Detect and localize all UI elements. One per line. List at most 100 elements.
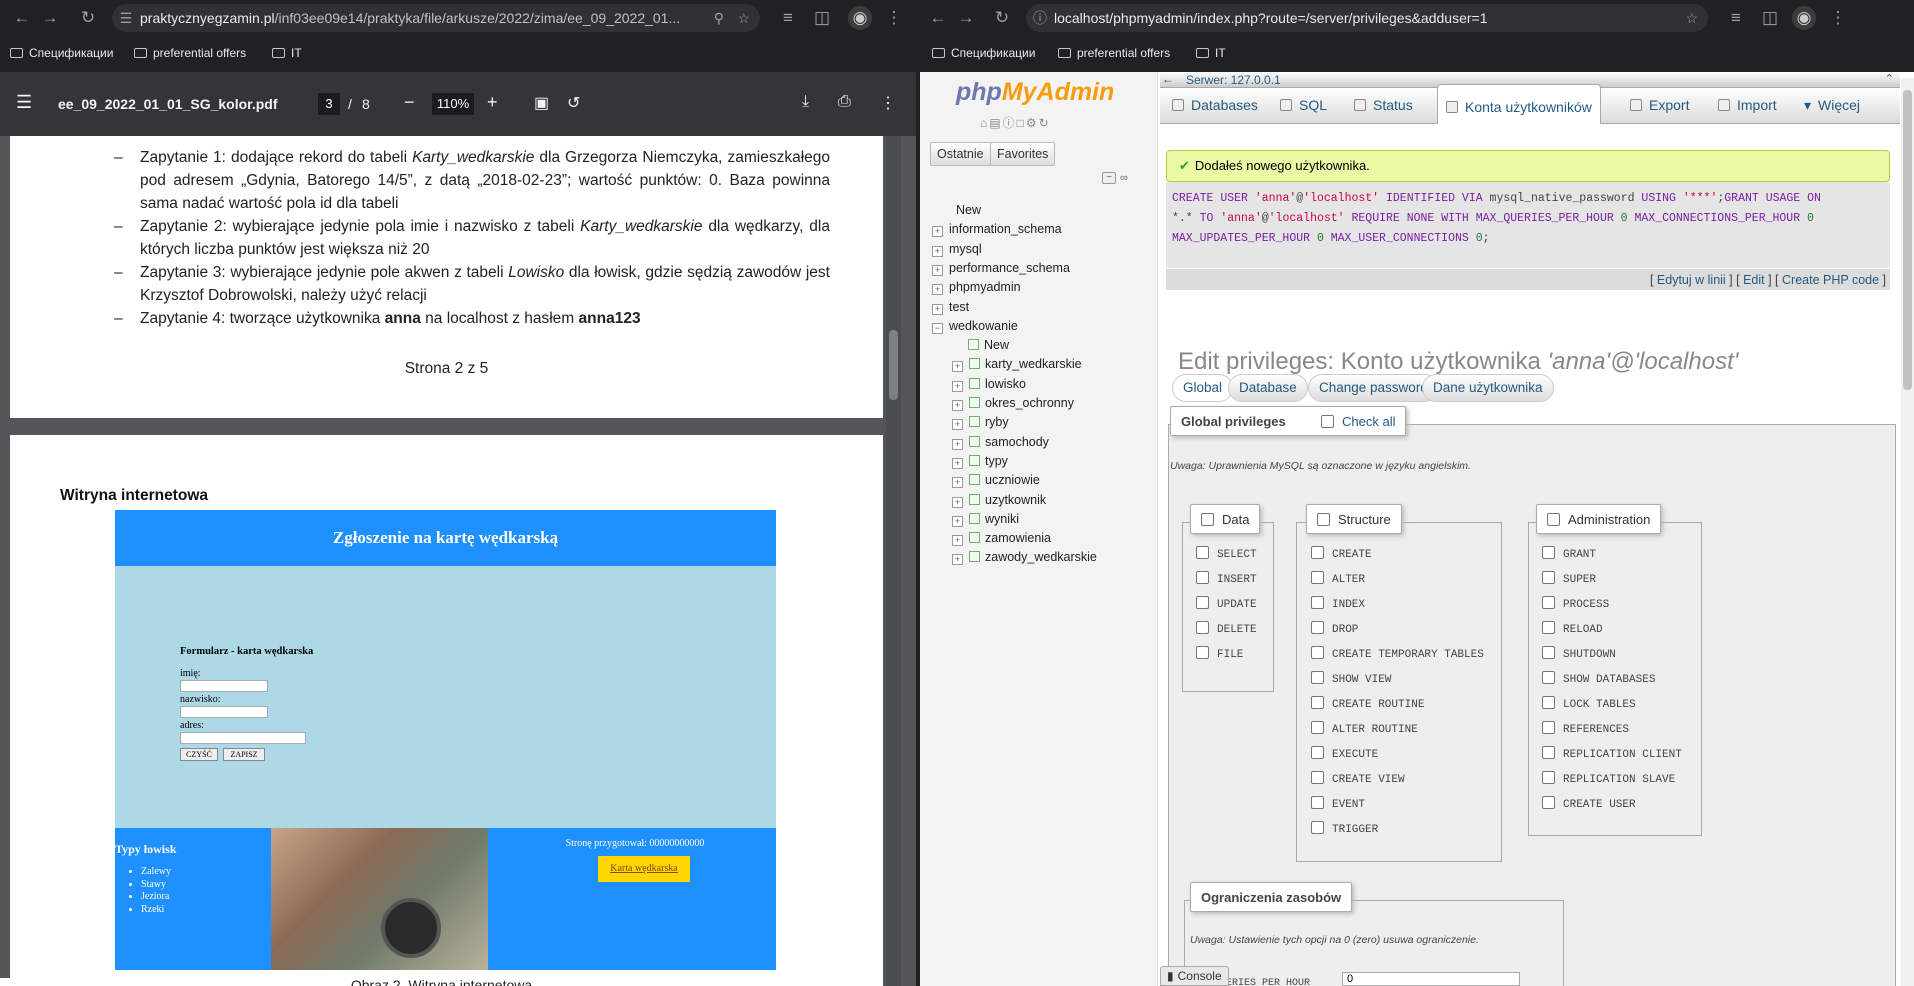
- server-breadcrumb[interactable]: Serwer: 127.0.0.1: [1186, 72, 1281, 88]
- tab-user-accounts[interactable]: Konta użytkowników: [1437, 84, 1601, 124]
- check-all-checkbox[interactable]: [1321, 415, 1334, 428]
- admin-checkbox[interactable]: [1547, 513, 1560, 526]
- tree-table[interactable]: + lowisko: [952, 374, 1026, 394]
- privilege-checkbox[interactable]: [1196, 646, 1209, 659]
- expand-icon[interactable]: +: [932, 226, 943, 238]
- privilege-shutdown[interactable]: SHUTDOWN: [1542, 646, 1616, 662]
- expand-icon[interactable]: +: [952, 496, 963, 508]
- create-php-link[interactable]: Create PHP code: [1782, 273, 1879, 287]
- tree-new[interactable]: New: [952, 335, 1009, 355]
- tree-database[interactable]: + mysql: [932, 239, 982, 259]
- privilege-reload[interactable]: RELOAD: [1542, 621, 1603, 637]
- favorites-tab[interactable]: Favorites: [990, 142, 1056, 166]
- expand-icon[interactable]: +: [952, 477, 963, 489]
- print-icon[interactable]: ⎙: [838, 93, 851, 111]
- privilege-alter[interactable]: ALTER: [1311, 571, 1365, 587]
- tree-table[interactable]: + uzytkownik: [952, 490, 1046, 510]
- tree-table[interactable]: + okres_ochronny: [952, 393, 1074, 413]
- pdf-viewport[interactable]: – Zapytanie 1: dodające rekord do tabeli …: [0, 136, 901, 986]
- page-number-input[interactable]: 3: [318, 93, 340, 115]
- tree-table[interactable]: + uczniowie: [952, 470, 1040, 490]
- side-panel-icon[interactable]: ◫: [1758, 6, 1782, 30]
- bookmark-it[interactable]: IT: [272, 46, 302, 60]
- bookmark-preferential[interactable]: preferential offers: [134, 46, 246, 60]
- privilege-execute[interactable]: EXECUTE: [1311, 746, 1378, 762]
- tree-table[interactable]: + wyniki: [952, 509, 1019, 529]
- bookmark-specs[interactable]: Спецификации: [932, 46, 1035, 60]
- profile-avatar[interactable]: ◉: [848, 6, 872, 30]
- structure-checkbox[interactable]: [1317, 513, 1330, 526]
- side-panel-icon[interactable]: ◫: [810, 6, 834, 30]
- privilege-super[interactable]: SUPER: [1542, 571, 1596, 587]
- reload-icon[interactable]: ↻: [990, 6, 1014, 30]
- expand-icon[interactable]: −: [932, 322, 943, 334]
- privilege-lock-tables[interactable]: LOCK TABLES: [1542, 696, 1636, 712]
- privilege-update[interactable]: UPDATE: [1196, 596, 1257, 612]
- subtab-user-data[interactable]: Dane użytkownika: [1422, 374, 1554, 402]
- bookmark-star-icon[interactable]: ☆: [737, 4, 750, 32]
- bookmark-preferential[interactable]: preferential offers: [1058, 46, 1170, 60]
- zoom-input[interactable]: 110%: [432, 93, 474, 115]
- zoom-icon[interactable]: ⚲: [714, 4, 724, 32]
- privilege-checkbox[interactable]: [1542, 571, 1555, 584]
- menu-kebab-icon[interactable]: ⋮: [882, 6, 906, 30]
- privilege-checkbox[interactable]: [1196, 571, 1209, 584]
- scrollbar-thumb[interactable]: [889, 330, 898, 400]
- privilege-process[interactable]: PROCESS: [1542, 596, 1609, 612]
- privilege-checkbox[interactable]: [1311, 721, 1324, 734]
- privilege-show-databases[interactable]: SHOW DATABASES: [1542, 671, 1655, 687]
- privilege-checkbox[interactable]: [1542, 771, 1555, 784]
- privilege-create-routine[interactable]: CREATE ROUTINE: [1311, 696, 1424, 712]
- privilege-show-view[interactable]: SHOW VIEW: [1311, 671, 1391, 687]
- tree-new[interactable]: New: [932, 200, 981, 220]
- privilege-insert[interactable]: INSERT: [1196, 571, 1257, 587]
- maximize-icon[interactable]: ⌃: [1885, 72, 1894, 87]
- privilege-select[interactable]: SELECT: [1196, 546, 1257, 562]
- privilege-trigger[interactable]: TRIGGER: [1311, 821, 1378, 837]
- collapse-nav-icon[interactable]: ←: [1162, 72, 1174, 87]
- subtab-database[interactable]: Database: [1228, 374, 1308, 402]
- tree-table[interactable]: + samochody: [952, 432, 1049, 452]
- limit-input[interactable]: 0: [1342, 972, 1520, 986]
- privilege-index[interactable]: INDEX: [1311, 596, 1365, 612]
- profile-avatar[interactable]: ◉: [1792, 6, 1816, 30]
- back-icon[interactable]: ←: [10, 6, 34, 30]
- data-legend[interactable]: Data: [1190, 504, 1261, 534]
- tab-import[interactable]: Import: [1718, 88, 1777, 122]
- privilege-checkbox[interactable]: [1542, 621, 1555, 634]
- tree-database[interactable]: + performance_schema: [932, 258, 1070, 278]
- tree-table[interactable]: + zawody_wedkarskie: [952, 547, 1097, 567]
- site-info-icon[interactable]: ☰: [112, 4, 140, 32]
- privilege-checkbox[interactable]: [1311, 821, 1324, 834]
- collapse-all-icon[interactable]: −: [1102, 172, 1116, 184]
- zoom-in-icon[interactable]: +: [487, 92, 498, 113]
- edit-inline-link[interactable]: Edytuj w linii: [1657, 273, 1726, 287]
- privilege-create-view[interactable]: CREATE VIEW: [1311, 771, 1405, 787]
- privilege-checkbox[interactable]: [1542, 746, 1555, 759]
- expand-icon[interactable]: +: [952, 554, 963, 566]
- zoom-out-icon[interactable]: −: [404, 92, 415, 113]
- tab-search-icon[interactable]: ≡: [1724, 6, 1748, 30]
- reload-icon[interactable]: ↻: [76, 6, 100, 30]
- tree-table[interactable]: + typy: [952, 451, 1008, 471]
- expand-icon[interactable]: +: [952, 535, 963, 547]
- tab-more[interactable]: ▾ Więcej: [1804, 88, 1860, 122]
- privilege-create[interactable]: CREATE: [1311, 546, 1372, 562]
- expand-icon[interactable]: +: [952, 400, 963, 411]
- privilege-drop[interactable]: DROP: [1311, 621, 1358, 637]
- data-checkbox[interactable]: [1201, 513, 1214, 526]
- privilege-checkbox[interactable]: [1542, 696, 1555, 709]
- console-toggle[interactable]: ▮ Console: [1160, 966, 1229, 986]
- privilege-delete[interactable]: DELETE: [1196, 621, 1257, 637]
- hamburger-menu-icon[interactable]: ☰: [16, 92, 32, 113]
- privilege-alter-routine[interactable]: ALTER ROUTINE: [1311, 721, 1418, 737]
- privilege-checkbox[interactable]: [1311, 646, 1324, 659]
- expand-icon[interactable]: +: [952, 380, 963, 392]
- subtab-global[interactable]: Global: [1172, 374, 1234, 402]
- tab-export[interactable]: Export: [1630, 88, 1689, 122]
- expand-icon[interactable]: +: [952, 361, 963, 373]
- address-bar[interactable]: ☰ praktycznyegzamin.pl/inf03ee09e14/prakt…: [112, 4, 760, 32]
- privilege-checkbox[interactable]: [1311, 546, 1324, 559]
- tree-table[interactable]: + karty_wedkarskie: [952, 354, 1082, 374]
- privilege-replication-client[interactable]: REPLICATION CLIENT: [1542, 746, 1682, 762]
